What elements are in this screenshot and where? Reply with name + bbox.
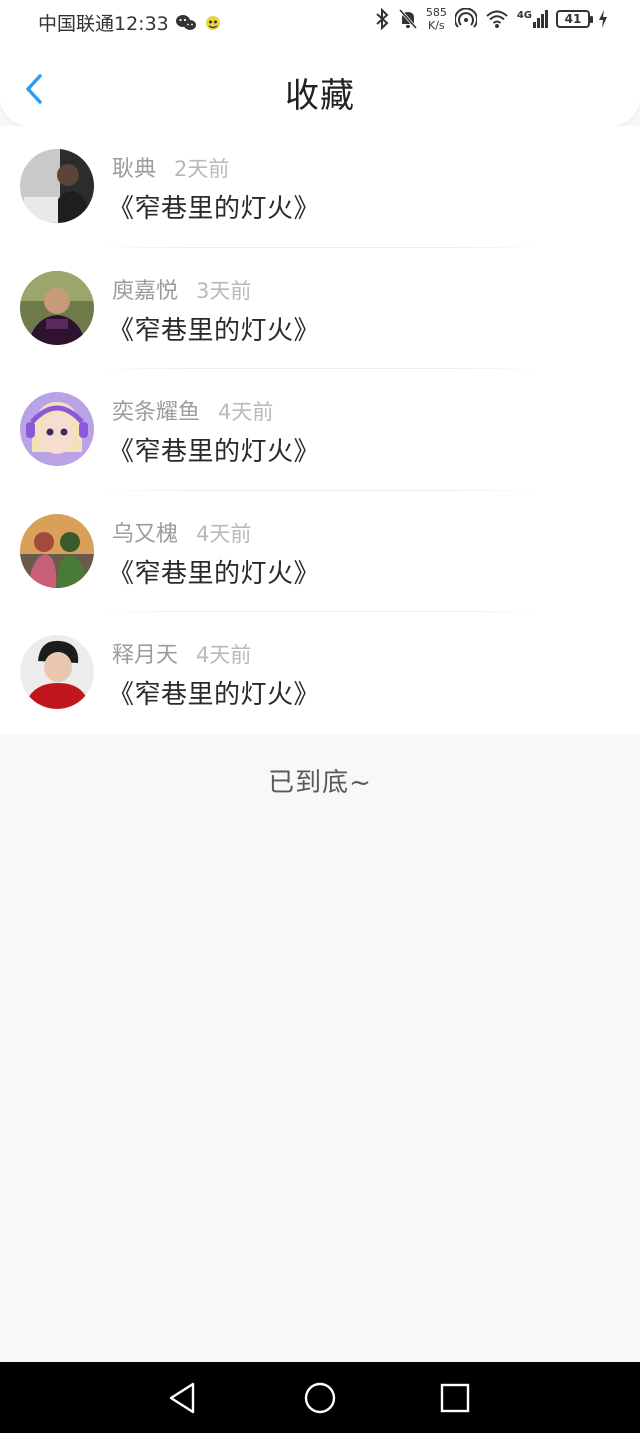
charging-icon xyxy=(599,10,607,28)
status-bar: 中国联通12:33 585 K/s 4G 41 xyxy=(0,0,640,44)
system-nav-bar xyxy=(0,1362,640,1433)
hotspot-icon xyxy=(454,8,477,28)
book-title: 《窄巷里的灯火》 xyxy=(108,315,321,346)
favorites-list: 耿典 2天前 《窄巷里的灯火》 庾嘉悦 3天前 《窄巷里的灯火》 奕条耀鱼 4天… xyxy=(0,126,640,734)
book-title: 《窄巷里的灯火》 xyxy=(108,680,321,711)
carrier-time: 中国联通12:33 xyxy=(38,13,169,35)
avatar[interactable] xyxy=(20,149,94,223)
app-notification-icon xyxy=(205,15,220,30)
list-item[interactable]: 释月天 4天前 《窄巷里的灯火》 xyxy=(0,612,640,734)
user-name: 释月天 xyxy=(112,643,179,669)
book-title: 《窄巷里的灯火》 xyxy=(108,437,321,468)
wechat-icon xyxy=(175,14,196,30)
nav-recent-button[interactable] xyxy=(437,1380,473,1416)
list-item[interactable]: 奕条耀鱼 4天前 《窄巷里的灯火》 xyxy=(0,369,640,491)
cell-signal-icon: 4G xyxy=(517,10,548,28)
timestamp: 3天前 xyxy=(196,278,252,303)
top-nav-bar: 收藏 xyxy=(0,44,640,126)
circle-home-icon xyxy=(304,1382,336,1414)
end-of-list-text: 已到底~ xyxy=(268,768,372,798)
user-name: 耿典 xyxy=(112,157,157,182)
user-name: 乌又槐 xyxy=(112,521,179,547)
page-title: 收藏 xyxy=(285,76,355,116)
avatar[interactable] xyxy=(20,635,94,710)
favorites-screen: 中国联通12:33 585 K/s 4G 41 收藏 耿典 2天前 《窄巷里的灯… xyxy=(0,0,640,1433)
net-speed: 585 K/s xyxy=(425,6,447,32)
list-item[interactable]: 乌又槐 4天前 《窄巷里的灯火》 xyxy=(0,491,640,613)
nav-home-button[interactable] xyxy=(302,1380,338,1416)
square-recent-icon xyxy=(440,1383,470,1413)
list-item[interactable]: 耿典 2天前 《窄巷里的灯火》 xyxy=(0,126,640,248)
timestamp: 4天前 xyxy=(196,643,252,668)
user-name: 庾嘉悦 xyxy=(112,278,179,304)
avatar[interactable] xyxy=(20,513,94,588)
bluetooth-icon xyxy=(376,8,389,30)
timestamp: 2天前 xyxy=(174,157,230,181)
list-item[interactable]: 庾嘉悦 3天前 《窄巷里的灯火》 xyxy=(0,248,640,370)
wifi-icon xyxy=(486,10,508,28)
nav-back-button[interactable] xyxy=(165,1380,201,1416)
triangle-back-icon xyxy=(169,1382,195,1414)
timestamp: 4天前 xyxy=(196,521,252,546)
avatar[interactable] xyxy=(20,270,94,345)
book-title: 《窄巷里的灯火》 xyxy=(108,194,321,224)
timestamp: 4天前 xyxy=(218,400,274,425)
mute-bell-icon xyxy=(398,9,417,29)
avatar[interactable] xyxy=(20,392,94,467)
user-name: 奕条耀鱼 xyxy=(112,400,201,426)
battery-indicator: 41 xyxy=(556,10,593,28)
book-title: 《窄巷里的灯火》 xyxy=(108,558,321,589)
